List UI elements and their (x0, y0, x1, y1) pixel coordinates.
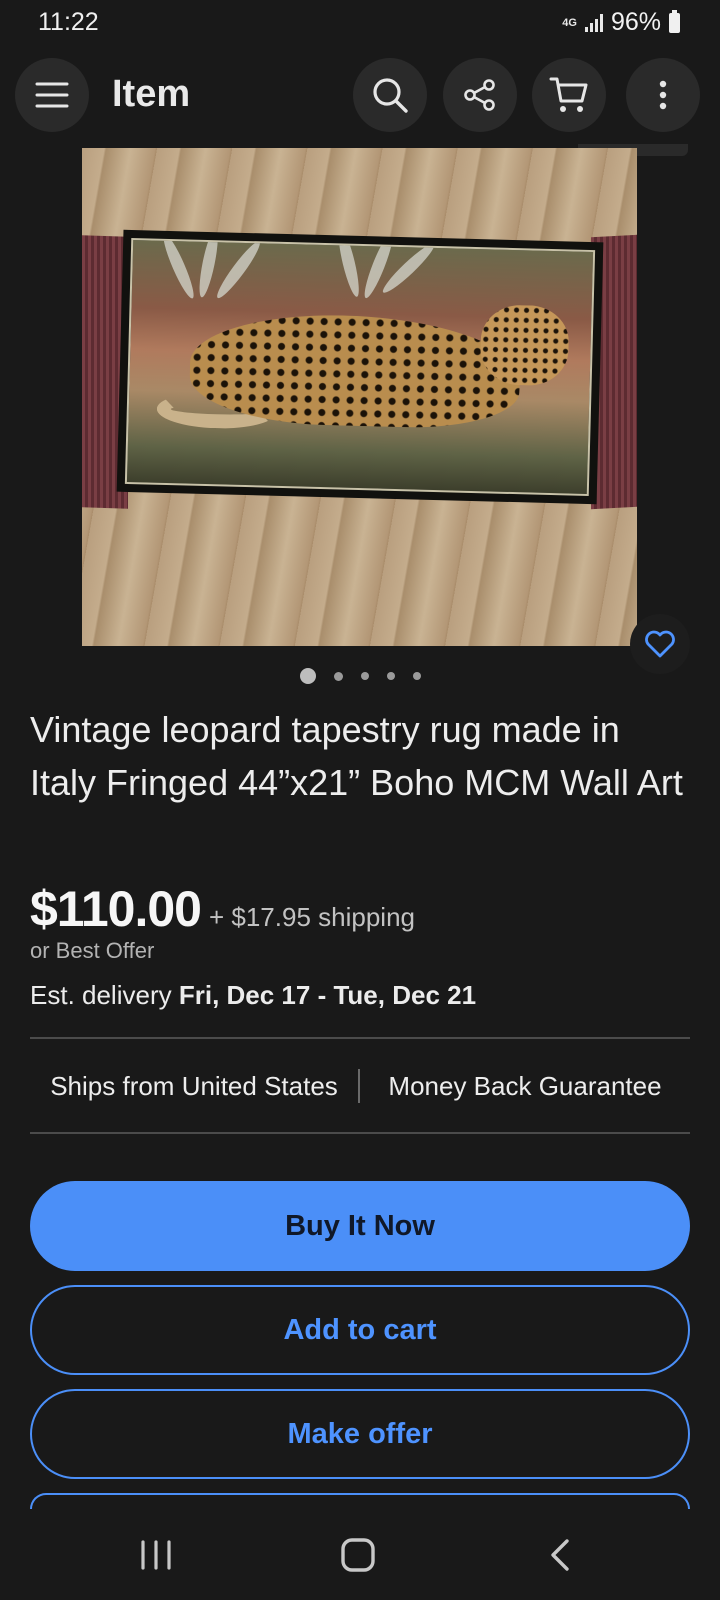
home-icon (341, 1538, 375, 1572)
listing-photo[interactable] (82, 148, 637, 646)
back-icon (551, 1539, 569, 1571)
add-to-cart-button[interactable]: Add to cart (30, 1285, 690, 1375)
pagination-dot (386, 672, 395, 680)
make-offer-button[interactable]: Make offer (30, 1389, 690, 1479)
rug-image (116, 229, 604, 505)
home-button[interactable] (318, 1532, 398, 1578)
page-title: Item (112, 73, 191, 115)
search-icon (373, 78, 408, 113)
pagination-dot (333, 671, 343, 681)
money-back-guarantee-badge[interactable]: Money Back Guarantee (360, 1071, 690, 1102)
share-button[interactable] (443, 58, 517, 132)
delivery-label: Est. delivery (30, 980, 172, 1010)
battery-icon (669, 9, 680, 33)
estimated-delivery: Est. delivery Fri, Dec 17 - Tue, Dec 21 (30, 980, 476, 1011)
status-indicators: 4G 96% (562, 8, 680, 37)
image-gallery[interactable] (0, 144, 720, 674)
network-type-icon: 4G (562, 16, 577, 29)
status-time: 11:22 (38, 8, 99, 36)
shipping-cost: + $17.95 shipping (208, 902, 415, 932)
battery-percent: 96% (610, 8, 661, 36)
gallery-pagination (0, 668, 720, 684)
cart-button[interactable] (532, 58, 606, 132)
heart-icon (645, 630, 675, 658)
menu-button[interactable] (15, 58, 89, 132)
recents-button[interactable] (116, 1532, 196, 1578)
recents-icon (141, 1540, 171, 1570)
more-options-button[interactable] (626, 58, 700, 132)
pagination-dot (412, 672, 421, 680)
divider (30, 1132, 690, 1134)
cart-icon (549, 77, 588, 112)
leopard-head (479, 304, 570, 387)
divider (30, 1037, 690, 1039)
price-row: $110.00 + $17.95 shipping (30, 880, 415, 938)
pagination-dot (360, 672, 369, 680)
trust-badges: Ships from United States Money Back Guar… (30, 1068, 690, 1104)
search-button[interactable] (353, 58, 427, 132)
delivery-dates: Fri, Dec 17 - Tue, Dec 21 (178, 980, 477, 1010)
menu-icon (35, 82, 69, 108)
system-nav-bar (0, 1510, 720, 1600)
app-bar: Item (0, 58, 720, 134)
share-icon (464, 79, 495, 111)
signal-icon (584, 13, 603, 32)
next-button-partial[interactable] (30, 1493, 690, 1509)
best-offer-label: or Best Offer (30, 938, 155, 963)
watch-button[interactable] (630, 614, 690, 674)
buy-it-now-button[interactable]: Buy It Now (30, 1181, 690, 1271)
status-bar: 11:22 4G 96% (0, 0, 720, 46)
network-type-label: 4G (562, 16, 577, 29)
ships-from-badge: Ships from United States (50, 1070, 338, 1101)
back-button[interactable] (520, 1532, 600, 1578)
listing-title: Vintage leopard tapestry rug made in Ita… (30, 709, 683, 803)
more-vert-icon (659, 80, 667, 110)
item-price: $110.00 (30, 881, 202, 937)
pagination-dot-active (299, 668, 316, 684)
